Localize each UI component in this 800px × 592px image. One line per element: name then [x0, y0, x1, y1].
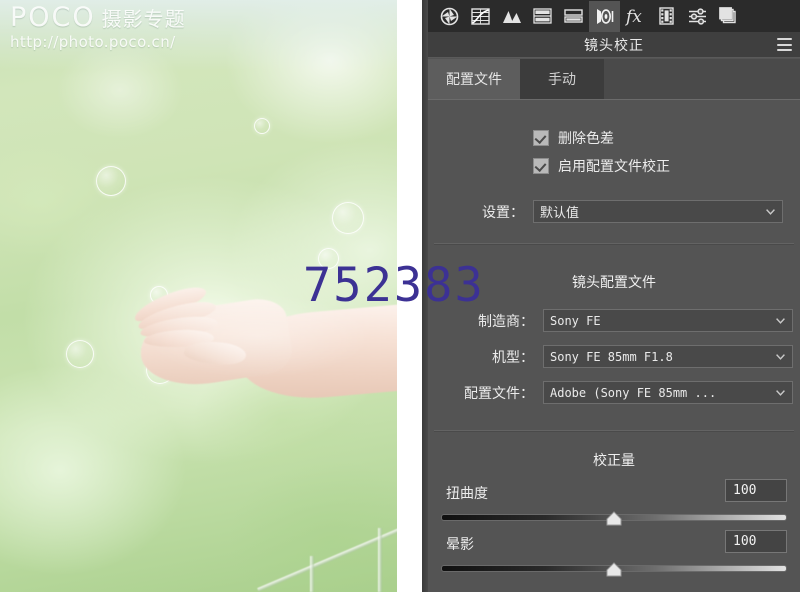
model-value: Sony FE 85mm F1.8: [550, 349, 673, 364]
make-row: 制造商： Sony FE: [438, 309, 793, 332]
module-icon-bar: fx: [428, 0, 800, 32]
slider-value-field[interactable]: 100: [725, 530, 787, 553]
divider: [434, 243, 794, 245]
railing-post: [378, 528, 382, 592]
slider-handle[interactable]: [606, 511, 622, 526]
profile-row: 配置文件： Adobe (Sony FE 85mm ...: [438, 381, 793, 404]
panel-title-bar: 镜头校正: [428, 32, 800, 58]
setup-value: 默认值: [540, 206, 580, 221]
make-label: 制造商：: [478, 313, 534, 330]
slider-value-field[interactable]: 100: [725, 479, 787, 502]
profile-label: 配置文件：: [464, 385, 534, 402]
correction-amount-section-title: 校正量: [593, 453, 635, 469]
watermark-brand: POCO: [10, 2, 96, 33]
profile-value: Adobe (Sony FE 85mm ...: [550, 385, 717, 400]
checkbox-icon[interactable]: [533, 158, 549, 174]
detail-icon[interactable]: [496, 1, 527, 32]
slider-label: 晕影: [446, 537, 474, 553]
panel-title: 镜头校正: [584, 37, 644, 54]
watermark-url: http://photo.poco.cn/: [10, 33, 176, 52]
split-toning-icon[interactable]: [558, 1, 589, 32]
slider-value: 100: [733, 534, 757, 549]
profile-dropdown[interactable]: Adobe (Sony FE 85mm ...: [543, 381, 793, 404]
setup-dropdown[interactable]: 默认值: [533, 200, 783, 223]
tab-profile[interactable]: 配置文件: [428, 59, 520, 99]
model-dropdown[interactable]: Sony FE 85mm F1.8: [543, 345, 793, 368]
slider-value: 100: [733, 483, 757, 498]
bubble-icon: [254, 118, 270, 134]
lens-correction-icon[interactable]: [589, 0, 620, 32]
model-label: 机型：: [492, 349, 534, 366]
hsl-grayscale-icon[interactable]: [527, 1, 558, 32]
model-row: 机型： Sony FE 85mm F1.8: [438, 345, 793, 368]
watermark-subtitle: 摄影专题: [101, 7, 186, 31]
bubble-icon: [332, 202, 364, 234]
presets-icon[interactable]: [682, 1, 713, 32]
camera-calibration-icon[interactable]: [651, 1, 682, 32]
slider-handle[interactable]: [606, 562, 622, 577]
app-root: POCO 摄影专题 http://photo.poco.cn/ 752383 f…: [0, 0, 800, 592]
chevron-down-icon: [776, 353, 785, 360]
chevron-down-icon: [766, 208, 775, 215]
chevron-down-icon: [776, 317, 785, 324]
panel-tabs: 配置文件 手动: [428, 59, 800, 100]
svg-text:fx: fx: [625, 7, 642, 26]
snapshots-icon[interactable]: [713, 1, 744, 32]
checkbox-remove-chromatic-aberration[interactable]: 删除色差: [533, 128, 614, 148]
make-dropdown[interactable]: Sony FE: [543, 309, 793, 332]
railing-post: [310, 556, 314, 592]
setup-label: 设置：: [482, 204, 524, 221]
tone-curve-icon[interactable]: [465, 1, 496, 32]
tab-manual[interactable]: 手动: [520, 59, 604, 99]
overlay-number: 752383: [303, 258, 485, 313]
make-value: Sony FE: [550, 313, 601, 328]
checkbox-label: 删除色差: [558, 131, 614, 147]
effects-icon[interactable]: fx: [620, 1, 651, 32]
checkbox-label: 启用配置文件校正: [558, 159, 670, 175]
chevron-down-icon: [776, 389, 785, 396]
checkbox-enable-profile-corrections[interactable]: 启用配置文件校正: [533, 156, 670, 176]
watermark: POCO 摄影专题 http://photo.poco.cn/: [10, 2, 186, 52]
panel-body: 删除色差 启用配置文件校正 设置： 默认值 镜头配置文件 制造商： Sony F…: [428, 100, 800, 592]
bubble-icon: [96, 166, 126, 196]
slider-label: 扭曲度: [446, 486, 488, 502]
basic-icon[interactable]: [434, 1, 465, 32]
checkbox-icon[interactable]: [533, 130, 549, 146]
setup-row: 设置： 默认值: [448, 200, 783, 223]
divider: [434, 430, 794, 432]
hamburger-icon[interactable]: [777, 38, 792, 51]
